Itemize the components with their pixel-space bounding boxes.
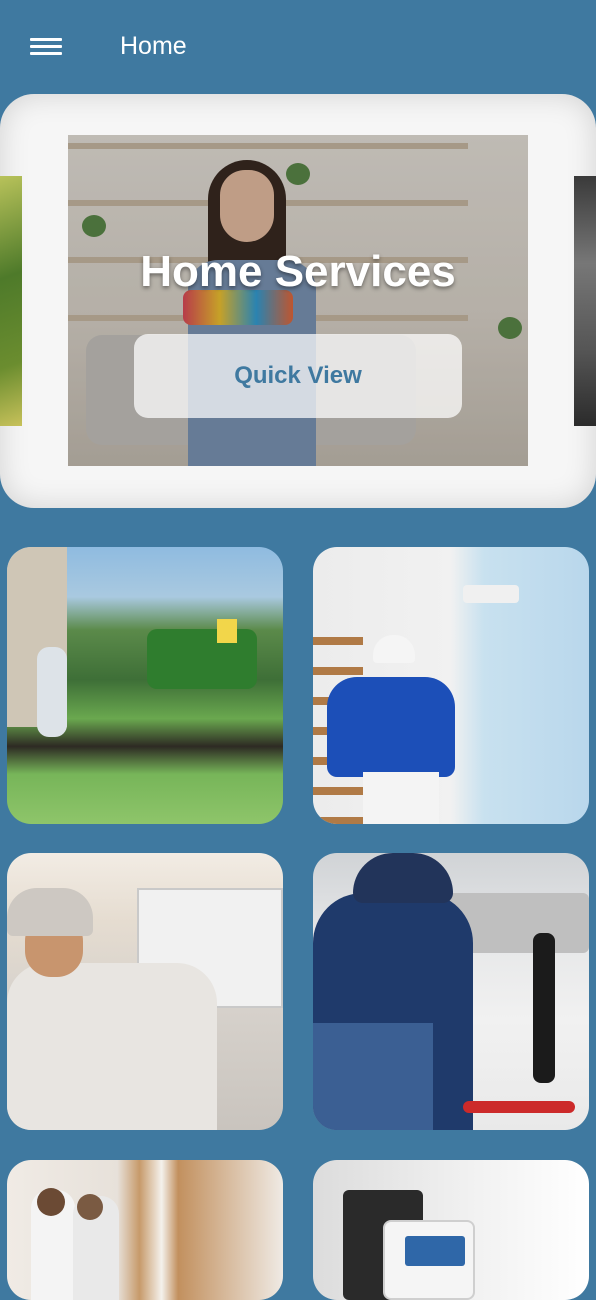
quick-view-button[interactable]: Quick View xyxy=(134,334,462,418)
app-bar: Home xyxy=(0,0,596,94)
slide-title: Home Services xyxy=(140,247,456,296)
featured-carousel[interactable]: Home Services Quick View xyxy=(0,94,596,508)
page-title: Home xyxy=(120,32,187,60)
carousel-slide-home-services[interactable]: Home Services Quick View xyxy=(68,135,528,466)
carousel-prev-slide-peek[interactable] xyxy=(0,176,22,426)
service-tile-electrical[interactable] xyxy=(313,1160,589,1300)
service-tile-construction[interactable] xyxy=(7,1160,283,1300)
service-tile-landscaping[interactable] xyxy=(7,547,283,824)
hamburger-menu-icon[interactable] xyxy=(30,36,62,58)
service-tile-painting[interactable] xyxy=(313,547,589,824)
service-tile-plumbing[interactable] xyxy=(313,853,589,1130)
service-tile-ac-repair[interactable] xyxy=(7,853,283,1130)
carousel-next-slide-peek[interactable] xyxy=(574,176,596,426)
